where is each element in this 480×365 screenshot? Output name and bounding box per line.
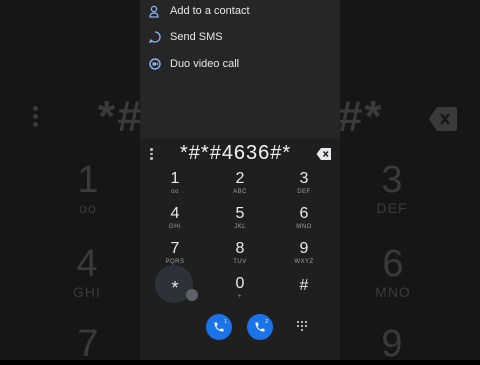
menu-item-add-to-contact[interactable]: Add to a contact	[140, 0, 340, 24]
overflow-menu: Add to a contact Send SMS Duo video call	[140, 0, 340, 138]
menu-item-label: Add to a contact	[170, 5, 250, 17]
menu-item-duo-video-call[interactable]: Duo video call	[140, 51, 340, 77]
call-sim2-button[interactable]: 2	[247, 314, 273, 340]
person-add-icon	[148, 4, 162, 18]
phone-icon	[214, 322, 224, 332]
call-sim1-button[interactable]: 1	[206, 314, 232, 340]
dialpad-key-5[interactable]: 5 JKL	[215, 205, 265, 237]
dialpad-key-2[interactable]: 2 ABC	[215, 170, 265, 202]
dialpad-key-4[interactable]: 4 GHI	[150, 205, 200, 237]
dialpad-key-8[interactable]: 8 TUV	[215, 240, 265, 272]
dialpad-key-3[interactable]: 3 DEF	[279, 170, 329, 202]
backspace-icon[interactable]	[316, 147, 332, 161]
duo-icon	[148, 57, 162, 71]
background-key: 4 GHI	[73, 243, 101, 300]
background-key: 3 DEF	[376, 159, 408, 216]
menu-item-send-sms[interactable]: Send SMS	[140, 24, 340, 50]
phone-screen: Add to a contact Send SMS Duo video call…	[140, 0, 340, 360]
background-key: 6 MNO	[375, 243, 411, 300]
background-backspace-icon	[429, 107, 457, 131]
dialpad-toggle-icon[interactable]	[296, 320, 310, 332]
message-icon	[148, 30, 162, 44]
dialpad-key-7[interactable]: 7 PQRS	[150, 240, 200, 272]
background-key: 9	[381, 323, 403, 365]
background-overflow-icon	[33, 106, 39, 130]
background-number-left: *#	[98, 92, 144, 141]
dialpad-key-6[interactable]: 6 MNO	[279, 205, 329, 237]
dialpad-key-9[interactable]: 9 WXYZ	[279, 240, 329, 272]
menu-item-label: Send SMS	[170, 31, 223, 43]
dialpad-key-0[interactable]: 0 +	[215, 275, 265, 307]
dialpad-key-hash[interactable]: #	[279, 277, 329, 309]
overflow-menu-icon[interactable]	[150, 148, 156, 162]
background-number-right: #*	[338, 92, 384, 141]
number-display-row: *#*#4636#*	[140, 140, 340, 170]
touch-indicator	[186, 289, 198, 301]
menu-item-label: Duo video call	[170, 58, 240, 70]
background-key: 1 oo	[77, 159, 99, 216]
dialed-number: *#*#4636#*	[180, 142, 292, 164]
background-key: 7	[77, 323, 99, 365]
dialpad-key-1[interactable]: 1 oo	[150, 170, 200, 202]
phone-icon	[255, 322, 265, 332]
